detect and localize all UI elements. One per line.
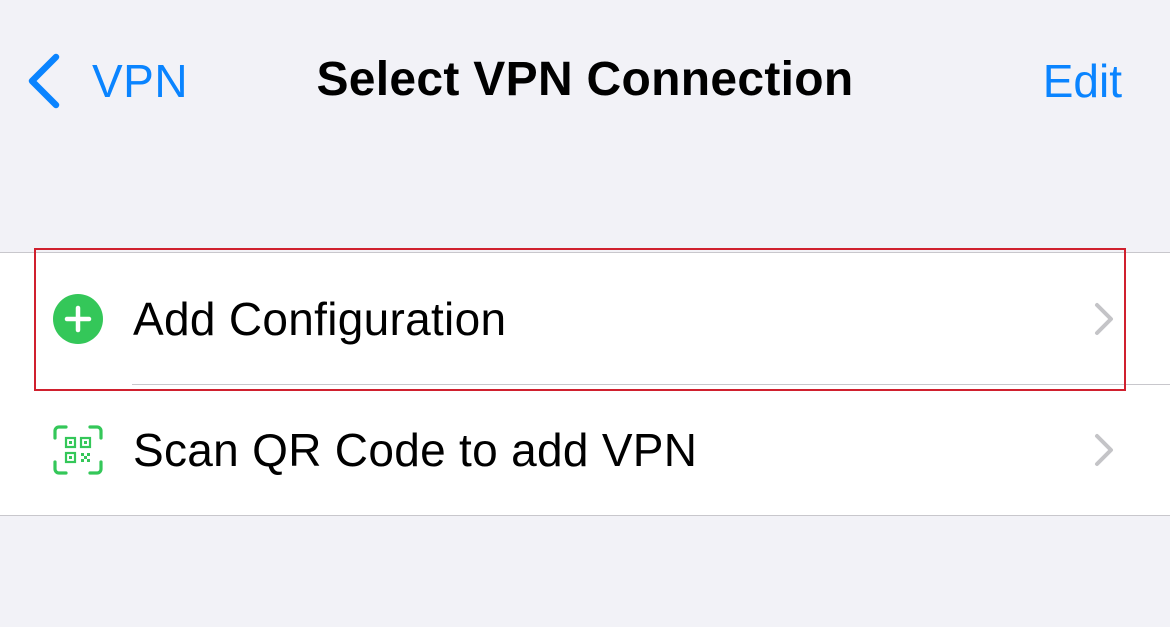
edit-button[interactable]: Edit	[1043, 54, 1122, 108]
scan-qr-code-label: Scan QR Code to add VPN	[133, 423, 698, 476]
page-title: Select VPN Connection	[316, 53, 854, 106]
plus-circle-icon	[53, 293, 103, 344]
scan-qr-code-row[interactable]: Scan QR Code to add VPN	[0, 384, 1170, 515]
navigation-bar: VPN Select VPN Connection Edit	[0, 0, 1170, 165]
qr-code-scan-icon	[53, 424, 103, 475]
chevron-right-icon	[1095, 433, 1113, 466]
add-configuration-label: Add Configuration	[133, 292, 507, 345]
add-configuration-row[interactable]: Add Configuration	[0, 253, 1170, 384]
vpn-options-list: Add Configuration Scan QR Code to add VP…	[0, 252, 1170, 516]
chevron-right-icon	[1095, 302, 1113, 335]
